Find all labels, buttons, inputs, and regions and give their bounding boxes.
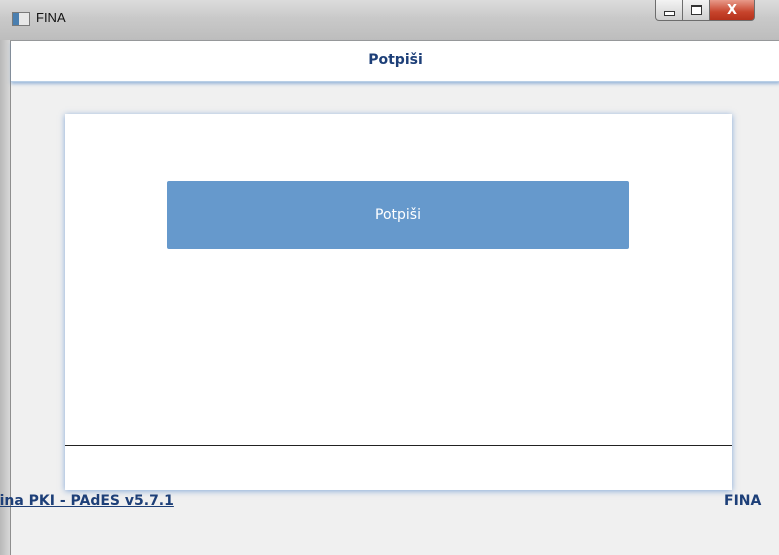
minimize-button[interactable]	[655, 0, 683, 21]
main-card: Potpiši	[65, 114, 732, 490]
maximize-icon	[690, 5, 702, 15]
window-left-border	[0, 40, 10, 555]
app-window: FINA X Potpiši Potpiši Fina PKI - PAdES …	[0, 0, 779, 555]
app-window-icon	[12, 12, 30, 26]
client-area: Potpiši Potpiši	[10, 41, 779, 555]
header-bar: Potpiši	[11, 41, 779, 82]
version-link[interactable]: Fina PKI - PAdES v5.7.1	[0, 493, 174, 509]
window-title: FINA	[36, 10, 66, 25]
close-icon: X	[726, 2, 738, 18]
status-area	[65, 446, 732, 490]
page-title: Potpiši	[368, 52, 423, 68]
brand-label: FINA	[724, 493, 762, 509]
sign-button[interactable]: Potpiši	[167, 181, 629, 249]
maximize-button[interactable]	[682, 0, 710, 21]
close-button[interactable]: X	[709, 0, 755, 21]
minimize-icon	[663, 10, 675, 16]
title-bar[interactable]: FINA X	[0, 0, 779, 41]
